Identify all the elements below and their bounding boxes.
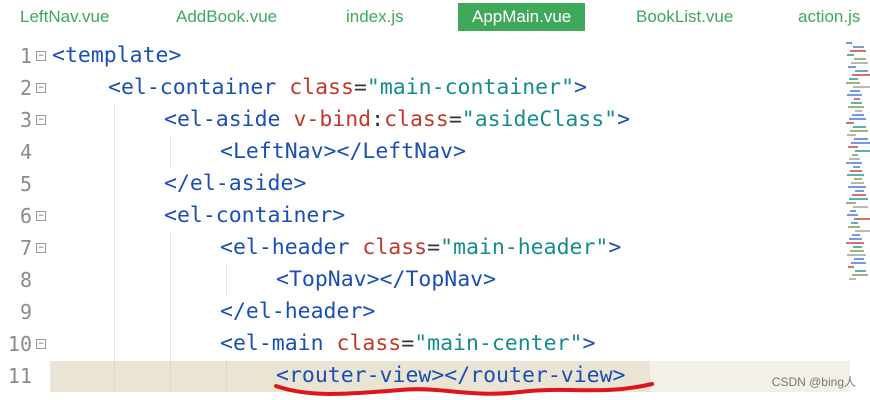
red-underline-annotation — [274, 382, 654, 396]
annotation-stroke — [274, 382, 654, 396]
